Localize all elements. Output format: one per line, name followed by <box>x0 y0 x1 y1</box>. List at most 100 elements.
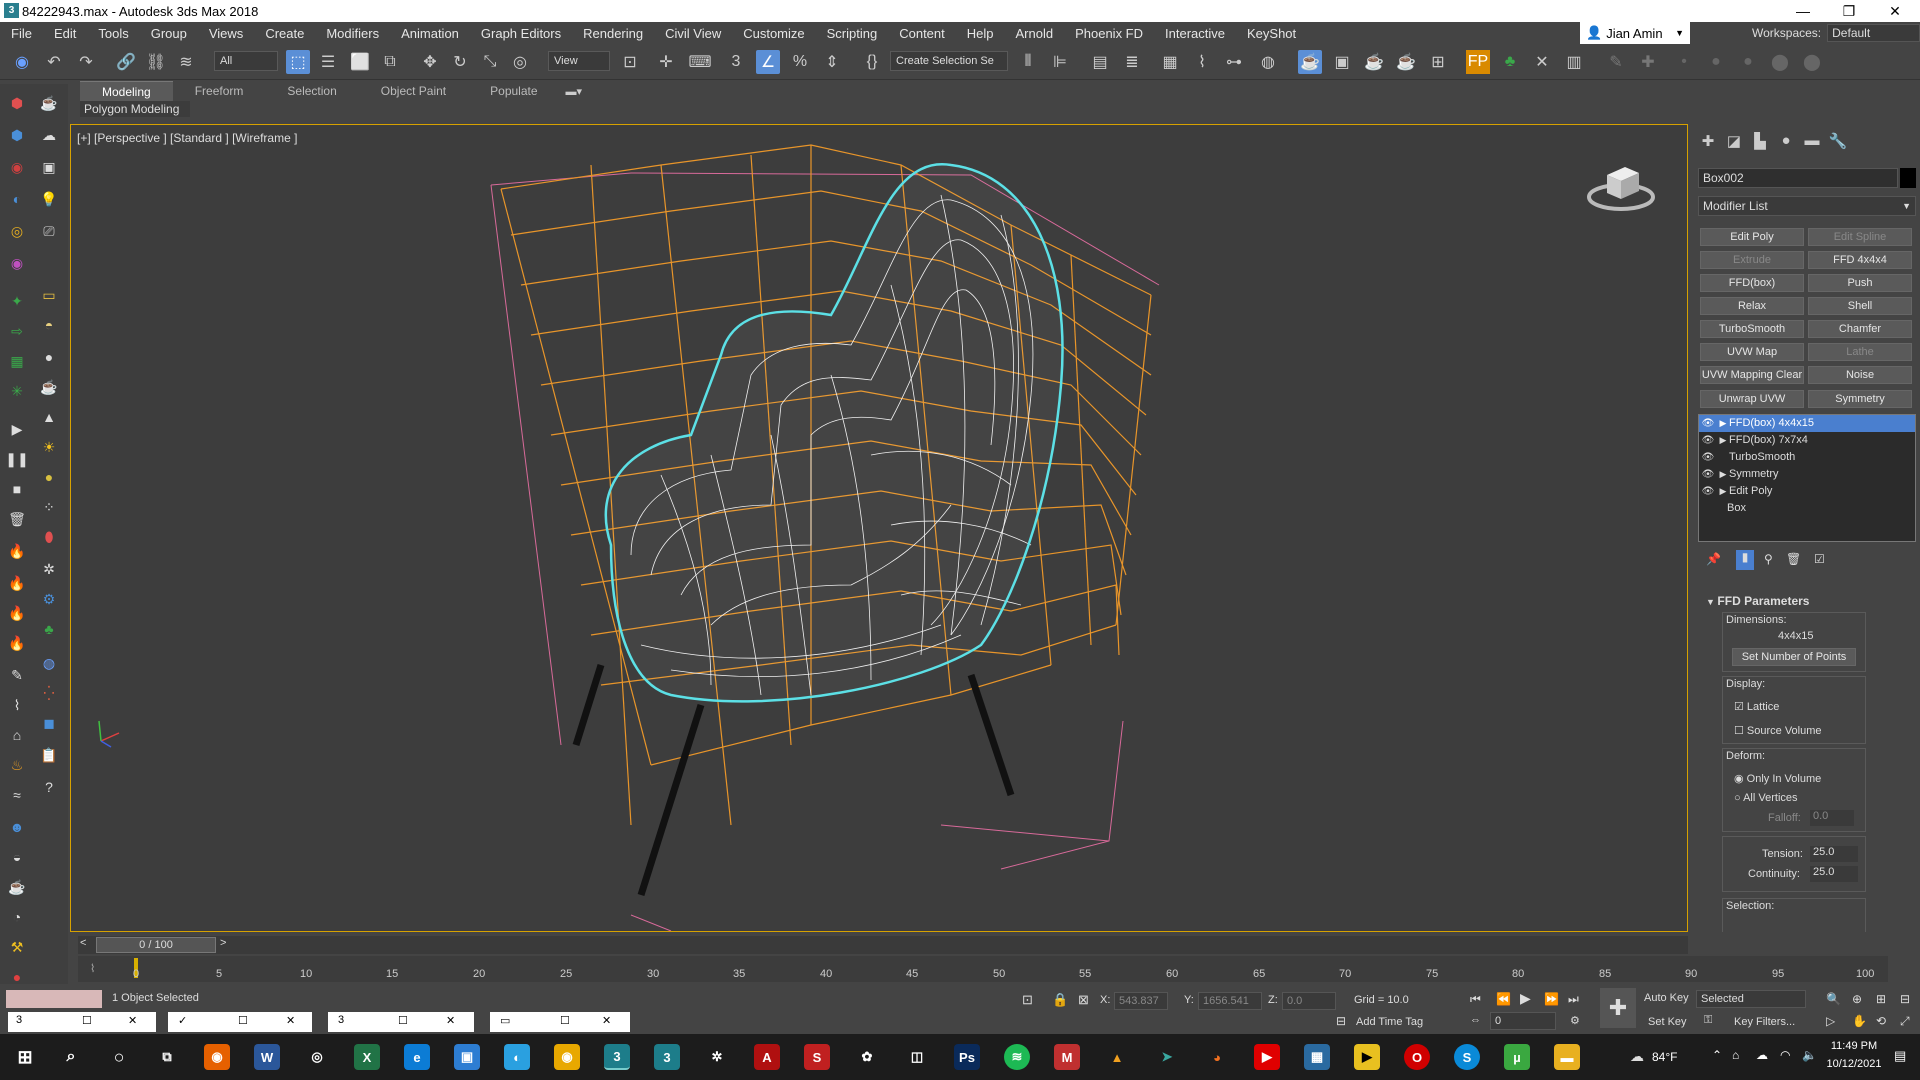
falloff-spinner[interactable]: 0.0 <box>1810 810 1854 826</box>
zoom-extents-icon[interactable]: ⊞ <box>1876 992 1886 1006</box>
curve-editor-mini-icon[interactable]: ⌇ <box>90 962 95 975</box>
object-color-swatch[interactable] <box>1900 168 1916 188</box>
monitor-icon[interactable]: ▣ <box>38 156 60 178</box>
forest-plugin-icon[interactable]: ♣ <box>1498 50 1522 74</box>
menu-file[interactable]: File <box>0 26 43 41</box>
scene-explorer-icon[interactable]: ▤ <box>1088 50 1112 74</box>
set-key-big-button[interactable]: ✚ <box>1600 988 1636 1028</box>
object-name-field[interactable]: Box002 <box>1698 168 1898 188</box>
set-key-button[interactable]: Set Key <box>1648 1016 1687 1028</box>
brush-left-icon[interactable]: ✎ <box>6 664 28 686</box>
set-number-of-points-button[interactable]: Set Number of Points <box>1732 648 1856 666</box>
ball-icon[interactable]: ● <box>38 466 60 488</box>
man-icon[interactable]: ☻ <box>6 816 28 838</box>
modifier-button-ffd-4x4x4[interactable]: FFD 4x4x4 <box>1808 251 1912 269</box>
keyboard-shortcut-icon[interactable]: ⌨ <box>688 50 712 74</box>
auto-key-button[interactable]: Auto Key <box>1644 992 1689 1004</box>
render-iterative-icon[interactable]: ☕ <box>1394 50 1418 74</box>
pause-icon[interactable]: ❚❚ <box>5 448 28 470</box>
notifications-icon[interactable]: ▤ <box>1894 1048 1906 1064</box>
store-icon[interactable]: ▣ <box>454 1044 480 1070</box>
configure-sets-icon[interactable]: ☑ <box>1814 552 1825 566</box>
menu-create[interactable]: Create <box>254 26 315 41</box>
eye-icon[interactable]: 👁 <box>1699 449 1717 466</box>
preview-close-icon[interactable]: ✕ <box>286 1014 295 1027</box>
sun-icon[interactable]: ☀ <box>38 436 60 458</box>
app-star-icon[interactable]: ✲ <box>704 1044 730 1070</box>
create-geometry-icon[interactable]: ⬢ <box>6 92 28 114</box>
show-end-result-icon[interactable]: ▮ <box>1736 550 1754 570</box>
select-by-name-icon[interactable]: ☰ <box>316 50 340 74</box>
onedrive-icon[interactable]: ☁ <box>1756 1048 1768 1062</box>
stamp-icon[interactable]: ⌂ <box>6 724 28 746</box>
render-setup-icon[interactable]: ☕ <box>1298 50 1322 74</box>
systems-icon[interactable]: ✦ <box>6 290 28 312</box>
chrome-icon[interactable]: ◉ <box>554 1044 580 1070</box>
rendered-frame-icon[interactable]: ▣ <box>1330 50 1354 74</box>
eye-icon[interactable]: 👁 <box>1699 415 1717 432</box>
key-set-dropdown[interactable]: Selected <box>1696 990 1806 1008</box>
expand-icon[interactable]: ▶ <box>1717 466 1729 483</box>
selection-region-icon[interactable]: ⬜ <box>348 50 372 74</box>
menu-edit[interactable]: Edit <box>43 26 87 41</box>
goto-start-icon[interactable]: ⏮ <box>1470 992 1481 1007</box>
goto-end-icon[interactable]: ⏭ <box>1568 992 1579 1007</box>
photoshop-icon[interactable]: Ps <box>954 1044 980 1070</box>
fire-sim-icon[interactable]: 🔥 <box>6 572 28 594</box>
named-selection-dropdown[interactable]: Create Selection Se <box>890 51 1008 71</box>
lattice-checkbox[interactable]: ☑ Lattice <box>1734 700 1779 713</box>
minimize-button[interactable]: — <box>1780 0 1826 22</box>
menu-civil-view[interactable]: Civil View <box>654 26 732 41</box>
grid-icon[interactable]: ▦ <box>6 350 28 372</box>
prev-frame-icon[interactable]: < <box>80 937 86 949</box>
blender-icon[interactable]: ◕ <box>1204 1044 1230 1070</box>
box-icon[interactable]: ⬢ <box>6 124 28 146</box>
reference-coordinate-dropdown[interactable]: View <box>548 51 610 71</box>
preview-maximize-icon[interactable]: ☐ <box>82 1014 92 1027</box>
workspace-dropdown[interactable]: Default <box>1827 24 1920 42</box>
pin-stack-icon[interactable]: 📌 <box>1706 552 1721 566</box>
modifier-button-uvw-mapping-clear[interactable]: UVW Mapping Clear <box>1700 366 1804 384</box>
sphere-xlarge-icon[interactable]: ⬤ <box>1800 50 1824 74</box>
time-tag-icon[interactable]: ⊟ <box>1336 1014 1346 1028</box>
schematic-view-icon[interactable]: ⊶ <box>1222 50 1246 74</box>
eye-icon[interactable]: 👁 <box>1699 466 1717 483</box>
all-vertices-radio[interactable]: ○ All Vertices <box>1734 792 1798 804</box>
maximize-button[interactable]: ❐ <box>1826 0 1872 22</box>
time-slider[interactable]: < 0 / 100 > <box>78 936 1688 954</box>
continuity-spinner[interactable]: 25.0 <box>1810 866 1858 882</box>
stack-item-symmetry[interactable]: 👁 ▶ Symmetry <box>1699 466 1915 483</box>
menu-rendering[interactable]: Rendering <box>572 26 654 41</box>
taskbar-preview-3[interactable]: 3 ☐ ✕ <box>328 1012 474 1032</box>
panel-icon[interactable]: ▭ <box>38 284 60 306</box>
create-tab-icon[interactable]: ✚ <box>1698 132 1718 152</box>
spacewarp-icon[interactable]: ◉ <box>6 252 28 274</box>
clock-date[interactable]: 10/12/2021 <box>1822 1058 1886 1070</box>
modifier-button-chamfer[interactable]: Chamfer <box>1808 320 1912 338</box>
preview-maximize-icon[interactable]: ☐ <box>560 1014 570 1027</box>
close-button[interactable]: ✕ <box>1872 0 1918 22</box>
manipulate-icon[interactable]: ✛ <box>654 50 678 74</box>
add-time-tag-button[interactable]: Add Time Tag <box>1356 1016 1423 1028</box>
y-coordinate-field[interactable]: 1656.541 <box>1198 992 1262 1010</box>
preview-close-icon[interactable]: ✕ <box>446 1014 455 1027</box>
player-icon[interactable]: ▶ <box>1354 1044 1380 1070</box>
weather-temperature[interactable]: 84°F <box>1652 1050 1677 1064</box>
stack-item-edit-poly[interactable]: 👁 ▶ Edit Poly <box>1699 483 1915 500</box>
app-triangle-icon[interactable]: ▲ <box>1104 1044 1130 1070</box>
angle-snap-icon[interactable]: ∠ <box>756 50 780 74</box>
align-icon[interactable]: ⊫ <box>1048 50 1072 74</box>
dots-icon[interactable]: ⁛ <box>38 682 60 704</box>
tab-modeling[interactable]: Modeling <box>80 81 173 101</box>
hammer-icon[interactable]: ⚒ <box>6 936 28 958</box>
play-icon[interactable]: ▶ <box>6 418 28 440</box>
fire-render-icon[interactable]: 🔥 <box>6 632 28 654</box>
burst-icon[interactable]: ✳ <box>6 380 28 402</box>
dome-icon[interactable]: ◓ <box>38 314 60 336</box>
utilities-tab-icon[interactable]: 🔧 <box>1828 132 1848 152</box>
modifier-button-shell[interactable]: Shell <box>1808 297 1912 315</box>
stack-item-ffd-box-4x4x15[interactable]: 👁 ▶ FFD(box) 4x4x15 <box>1699 415 1915 432</box>
utorrent-icon[interactable]: µ <box>1504 1044 1530 1070</box>
key-icon[interactable]: ⚿ <box>1704 1014 1712 1027</box>
weather-icon[interactable]: ☁ <box>1630 1048 1644 1065</box>
